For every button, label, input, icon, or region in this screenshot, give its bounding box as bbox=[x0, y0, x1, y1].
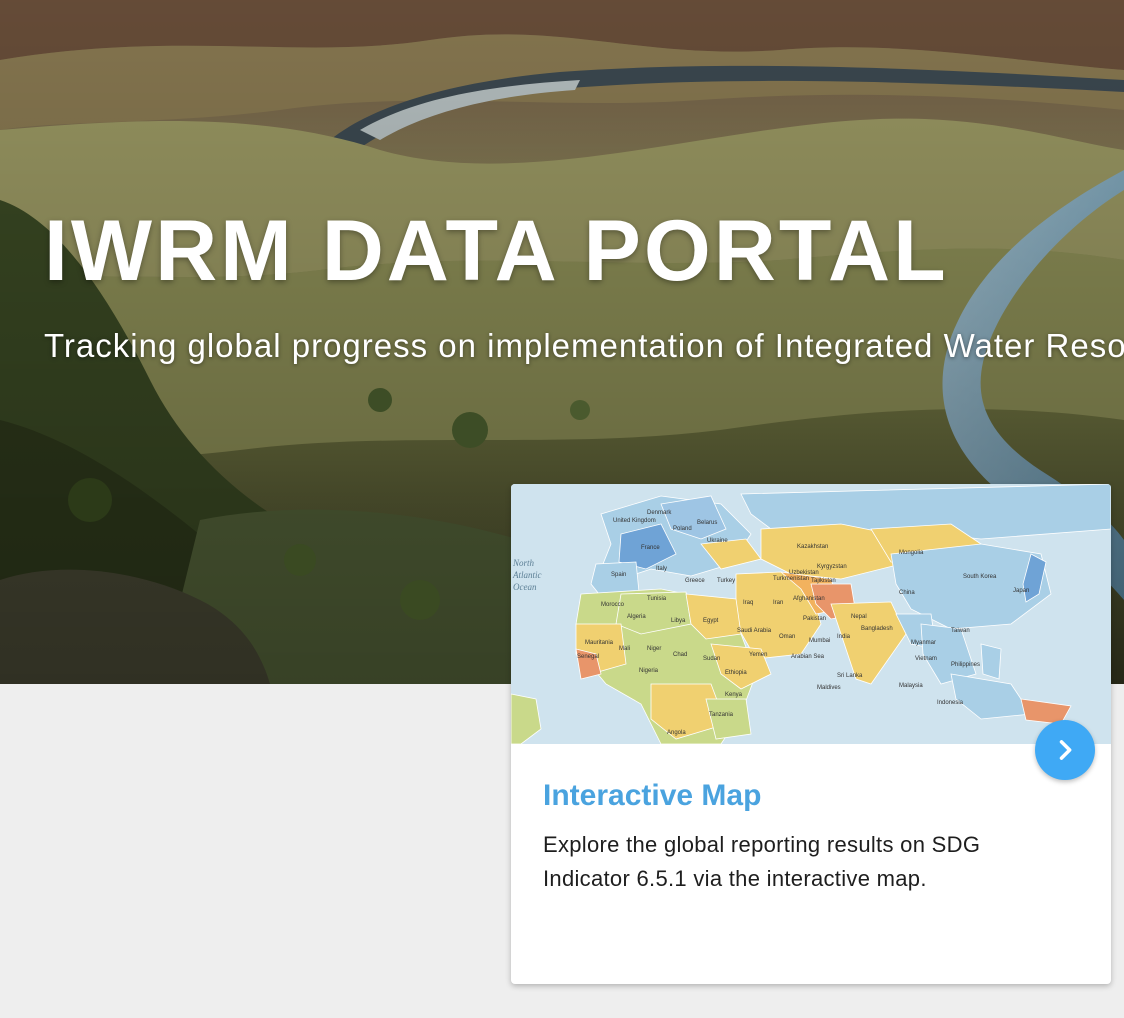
svg-text:Arabian Sea: Arabian Sea bbox=[791, 654, 825, 660]
svg-text:South Korea: South Korea bbox=[963, 574, 997, 580]
svg-text:Niger: Niger bbox=[647, 646, 661, 652]
svg-text:Poland: Poland bbox=[673, 526, 692, 532]
svg-text:Pakistan: Pakistan bbox=[803, 616, 826, 622]
svg-text:Nigeria: Nigeria bbox=[639, 668, 659, 674]
svg-text:Spain: Spain bbox=[611, 572, 626, 578]
svg-text:Mauritania: Mauritania bbox=[585, 640, 614, 646]
svg-text:Ocean: Ocean bbox=[513, 582, 537, 592]
svg-text:France: France bbox=[641, 545, 660, 551]
svg-text:Ukraine: Ukraine bbox=[707, 538, 728, 544]
svg-text:Angola: Angola bbox=[667, 730, 686, 736]
svg-text:Afghanistan: Afghanistan bbox=[793, 596, 825, 602]
page-subtitle: Tracking global progress on implementati… bbox=[44, 327, 1124, 364]
card-description: Explore the global reporting results on … bbox=[543, 832, 981, 891]
svg-text:Maldives: Maldives bbox=[817, 685, 841, 691]
world-map-image: North Atlantic Ocean United Kingdom Denm… bbox=[511, 484, 1111, 744]
svg-text:Oman: Oman bbox=[779, 634, 795, 640]
svg-text:United Kingdom: United Kingdom bbox=[613, 518, 656, 524]
svg-text:Atlantic: Atlantic bbox=[512, 570, 542, 580]
svg-text:Mumbai: Mumbai bbox=[809, 638, 830, 644]
map-ocean-label: North bbox=[512, 558, 535, 568]
svg-text:Kyrgyzstan: Kyrgyzstan bbox=[817, 564, 847, 570]
svg-text:Turkmenistan: Turkmenistan bbox=[773, 576, 809, 582]
svg-text:Egypt: Egypt bbox=[703, 618, 719, 624]
map-thumbnail: North Atlantic Ocean United Kingdom Denm… bbox=[511, 484, 1111, 744]
svg-text:Iran: Iran bbox=[773, 600, 783, 606]
svg-text:China: China bbox=[899, 590, 915, 596]
svg-text:Mongolia: Mongolia bbox=[899, 550, 924, 556]
interactive-map-card[interactable]: North Atlantic Ocean United Kingdom Denm… bbox=[511, 484, 1111, 984]
svg-text:Belarus: Belarus bbox=[697, 520, 717, 526]
svg-text:Greece: Greece bbox=[685, 578, 705, 584]
svg-text:Nepal: Nepal bbox=[851, 614, 867, 620]
svg-text:Senegal: Senegal bbox=[577, 654, 599, 660]
card-title[interactable]: Interactive Map bbox=[543, 776, 761, 816]
page: IWRM DATA PORTAL Tracking global progres… bbox=[0, 0, 1124, 1018]
svg-text:Mali: Mali bbox=[619, 646, 630, 652]
svg-text:Denmark: Denmark bbox=[647, 510, 672, 516]
svg-text:Turkey: Turkey bbox=[717, 578, 735, 584]
svg-text:Bangladesh: Bangladesh bbox=[861, 626, 893, 632]
svg-text:Vietnam: Vietnam bbox=[915, 656, 937, 662]
svg-text:Sudan: Sudan bbox=[703, 656, 720, 662]
svg-text:Algeria: Algeria bbox=[627, 614, 646, 620]
svg-text:Philippines: Philippines bbox=[951, 662, 980, 668]
svg-text:Saudi Arabia: Saudi Arabia bbox=[737, 628, 772, 634]
svg-text:Morocco: Morocco bbox=[601, 602, 625, 608]
svg-text:Sri Lanka: Sri Lanka bbox=[837, 673, 863, 679]
svg-text:Kazakhstan: Kazakhstan bbox=[797, 544, 828, 550]
next-button[interactable] bbox=[1035, 720, 1095, 780]
svg-text:Indonesia: Indonesia bbox=[937, 700, 964, 706]
svg-text:Ethiopia: Ethiopia bbox=[725, 670, 747, 676]
svg-text:India: India bbox=[837, 634, 851, 640]
page-title: IWRM DATA PORTAL bbox=[44, 203, 949, 299]
svg-text:Kenya: Kenya bbox=[725, 692, 743, 698]
svg-text:Italy: Italy bbox=[656, 566, 667, 572]
svg-text:Chad: Chad bbox=[673, 652, 687, 658]
svg-text:Taiwan: Taiwan bbox=[951, 628, 970, 634]
svg-text:Japan: Japan bbox=[1013, 588, 1029, 594]
svg-text:Tunisia: Tunisia bbox=[647, 596, 667, 602]
svg-text:Myanmar: Myanmar bbox=[911, 640, 936, 646]
chevron-right-icon bbox=[1059, 740, 1072, 760]
svg-text:Tanzania: Tanzania bbox=[709, 712, 734, 718]
svg-text:Tajikistan: Tajikistan bbox=[811, 578, 836, 584]
svg-text:Yemen: Yemen bbox=[749, 652, 767, 658]
svg-text:Libya: Libya bbox=[671, 618, 686, 624]
svg-text:Iraq: Iraq bbox=[743, 600, 753, 606]
svg-text:Malaysia: Malaysia bbox=[899, 683, 923, 689]
